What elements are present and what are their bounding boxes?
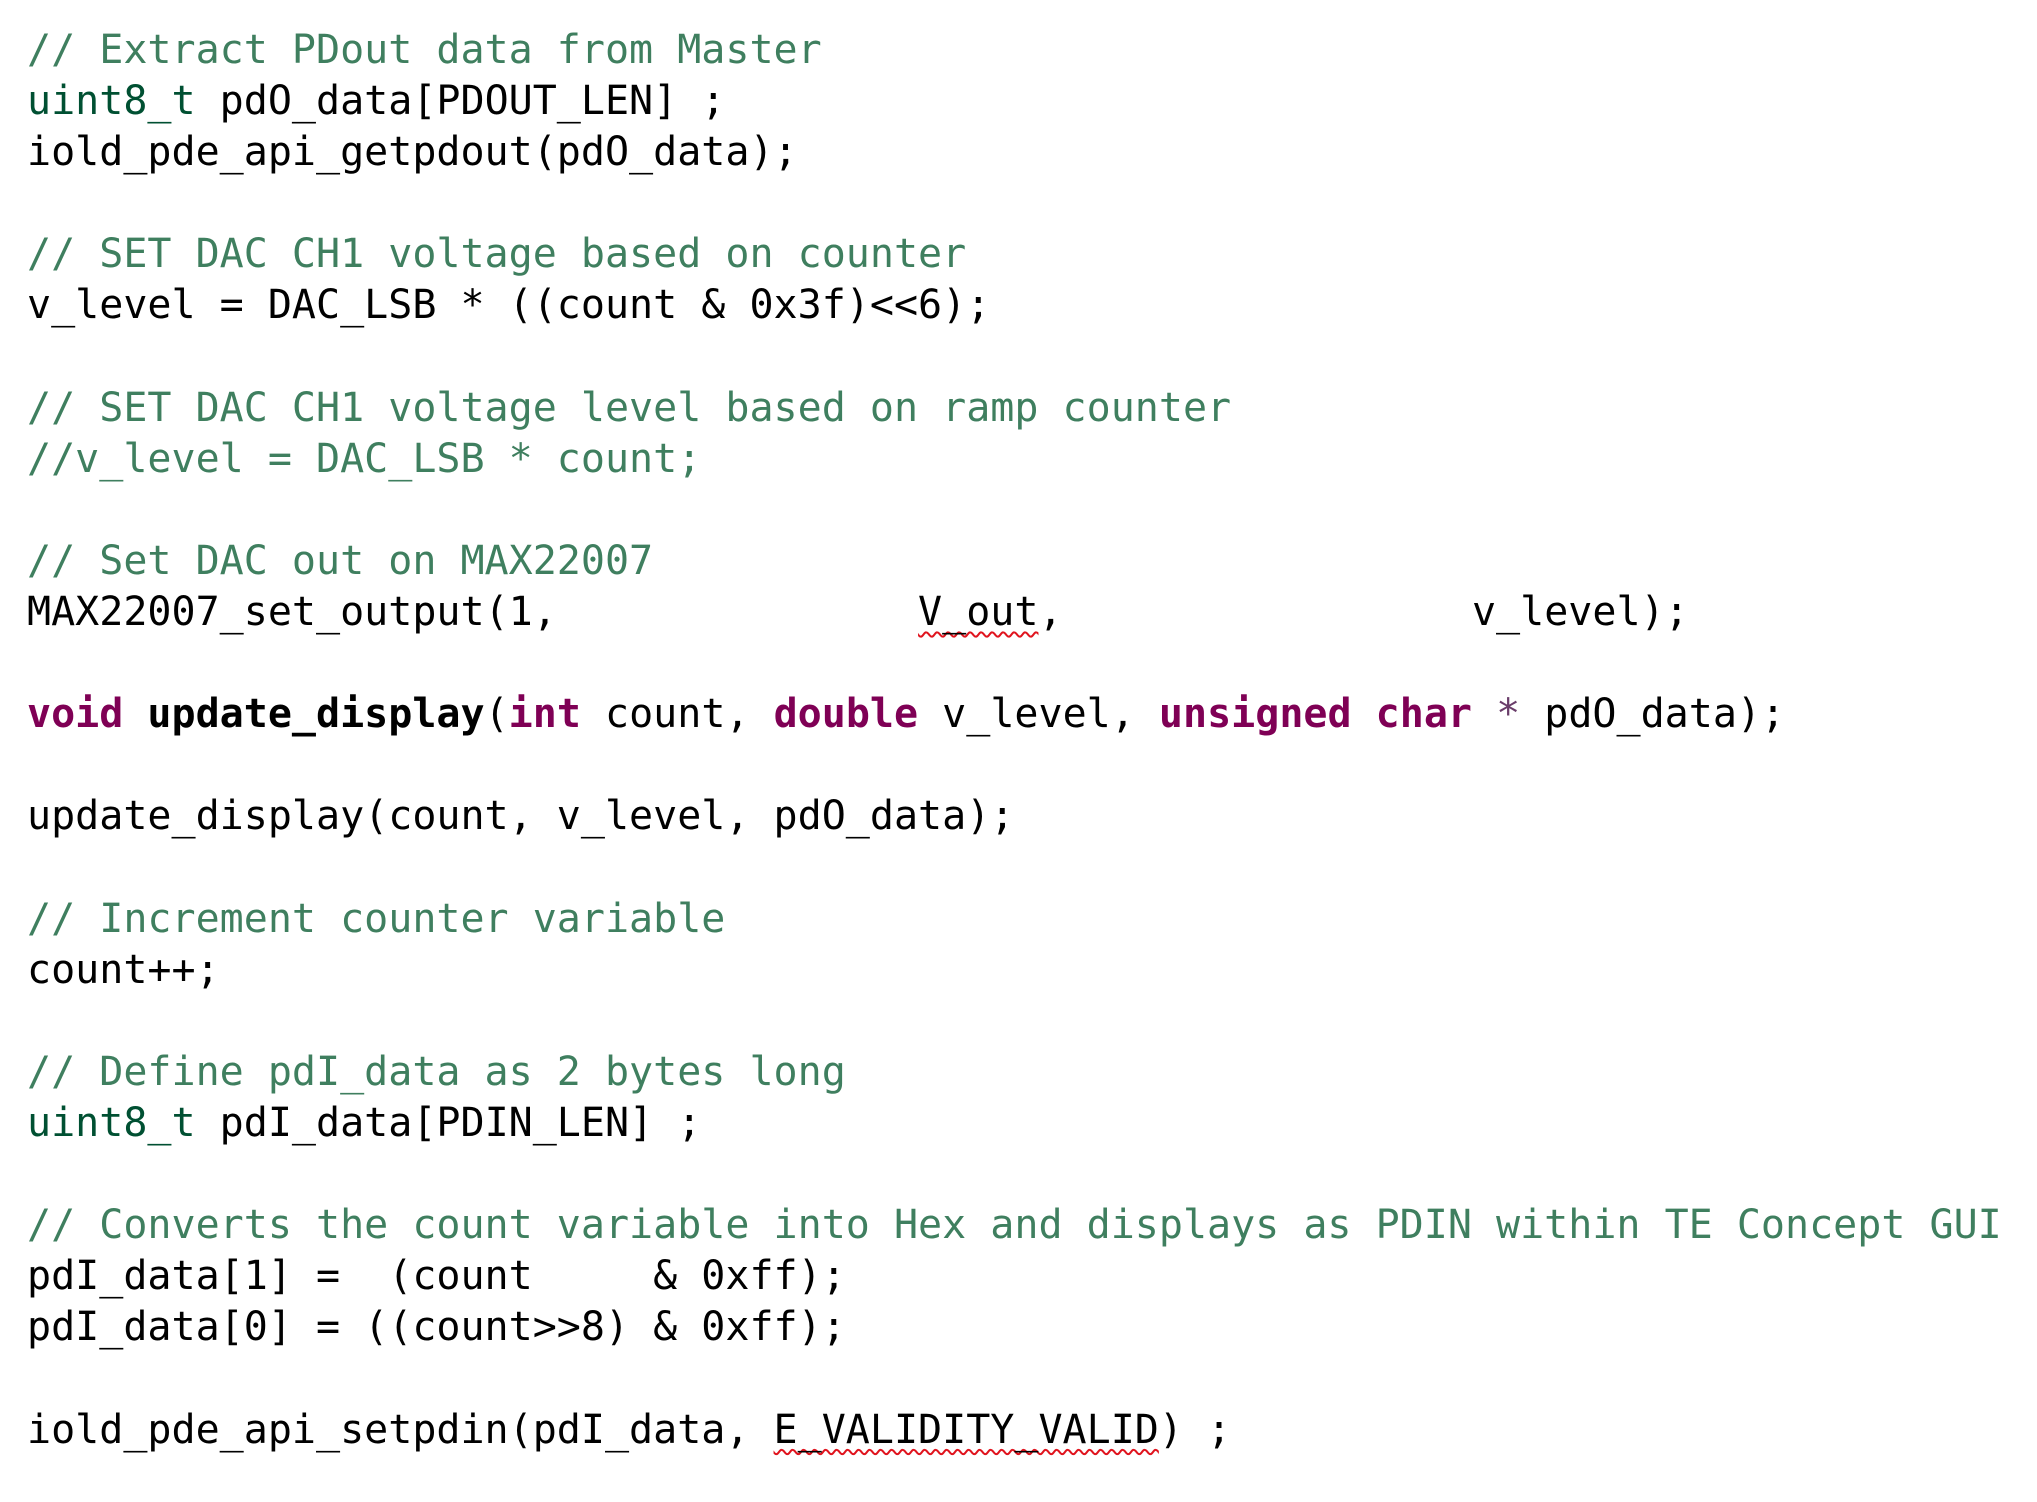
- keyword: char: [1375, 691, 1472, 738]
- keyword: void: [27, 691, 124, 738]
- code-editor[interactable]: // Extract PDout data from Master uint8_t…: [27, 25, 2002, 1456]
- code-comment: // Define pdI_data as 2 bytes long: [27, 1048, 846, 1095]
- code-comment: // Converts the count variable into Hex …: [27, 1202, 2002, 1249]
- code-comment: // Increment counter variable: [27, 895, 726, 942]
- code-line: pdI_data[0] = ((count>>8) & 0xff);: [27, 1302, 2002, 1353]
- code-line: update_display(count, v_level, pdO_data)…: [27, 791, 2002, 842]
- code-line: // Converts the count variable into Hex …: [27, 1200, 2002, 1251]
- code-line: iold_pde_api_getpdout(pdO_data);: [27, 127, 2002, 178]
- code-text: v_level = DAC_LSB * ((count & 0x3f)<<6);: [27, 282, 991, 329]
- keyword: int: [508, 691, 581, 738]
- code-text: MAX22007_set_output(1,: [27, 589, 919, 636]
- code-comment: // Extract PDout data from Master: [27, 27, 822, 73]
- code-line: // Increment counter variable: [27, 894, 2002, 945]
- type-name: uint8_t: [27, 1099, 196, 1146]
- code-line: //v_level = DAC_LSB * count;: [27, 434, 2002, 485]
- code-text: pdI_data[0] = ((count>>8) & 0xff);: [27, 1304, 846, 1351]
- code-text: (: [484, 691, 509, 738]
- keyword: unsigned: [1158, 691, 1352, 738]
- code-text: pdI_data[PDIN_LEN] ;: [195, 1099, 702, 1146]
- code-text: iold_pde_api_getpdout(pdO_data);: [27, 129, 798, 176]
- code-text: pdI_data[1] = (count & 0xff);: [27, 1253, 846, 1300]
- code-line: uint8_t pdI_data[PDIN_LEN] ;: [27, 1098, 2002, 1149]
- code-comment: // SET DAC CH1 voltage based on counter: [27, 231, 967, 278]
- code-line: // Define pdI_data as 2 bytes long: [27, 1047, 2002, 1098]
- code-comment: //v_level = DAC_LSB * count;: [27, 435, 702, 482]
- code-line: // SET DAC CH1 voltage level based on ra…: [27, 383, 2002, 434]
- operator: *: [1496, 691, 1521, 738]
- code-text: count++;: [27, 946, 220, 993]
- code-comment: // Set DAC out on MAX22007: [27, 537, 654, 584]
- code-line: count++;: [27, 945, 2002, 996]
- type-name: uint8_t: [27, 78, 196, 125]
- spellcheck-flagged-word: E_VALIDITY_VALID: [773, 1406, 1159, 1453]
- code-text: iold_pde_api_setpdin(pdI_data,: [27, 1406, 774, 1453]
- code-line: // Set DAC out on MAX22007: [27, 536, 2002, 587]
- code-line: void update_display(int count, double v_…: [27, 689, 2002, 740]
- code-line: // SET DAC CH1 voltage based on counter: [27, 229, 2002, 280]
- code-line: MAX22007_set_output(1, V_out, v_level);: [27, 587, 2002, 638]
- code-line: iold_pde_api_setpdin(pdI_data, E_VALIDIT…: [27, 1405, 2002, 1456]
- code-comment: // SET DAC CH1 voltage level based on ra…: [27, 384, 1232, 431]
- function-name: update_display: [147, 691, 485, 738]
- code-line: // Extract PDout data from Master: [27, 25, 2002, 76]
- code-line: v_level = DAC_LSB * ((count & 0x3f)<<6);: [27, 280, 2002, 331]
- code-line: uint8_t pdO_data[PDOUT_LEN] ;: [27, 76, 2002, 127]
- code-text: v_level,: [918, 691, 1159, 738]
- code-text: update_display(count, v_level, pdO_data)…: [27, 793, 1015, 840]
- code-text: , v_level);: [1038, 589, 1689, 636]
- spellcheck-flagged-word: V_out: [918, 589, 1039, 636]
- code-text: pdO_data[PDOUT_LEN] ;: [195, 78, 726, 125]
- code-text: count,: [580, 691, 774, 738]
- code-line: pdI_data[1] = (count & 0xff);: [27, 1251, 2002, 1302]
- keyword: double: [773, 691, 919, 738]
- code-text: pdO_data);: [1520, 691, 1786, 738]
- code-text: ) ;: [1158, 1406, 1232, 1453]
